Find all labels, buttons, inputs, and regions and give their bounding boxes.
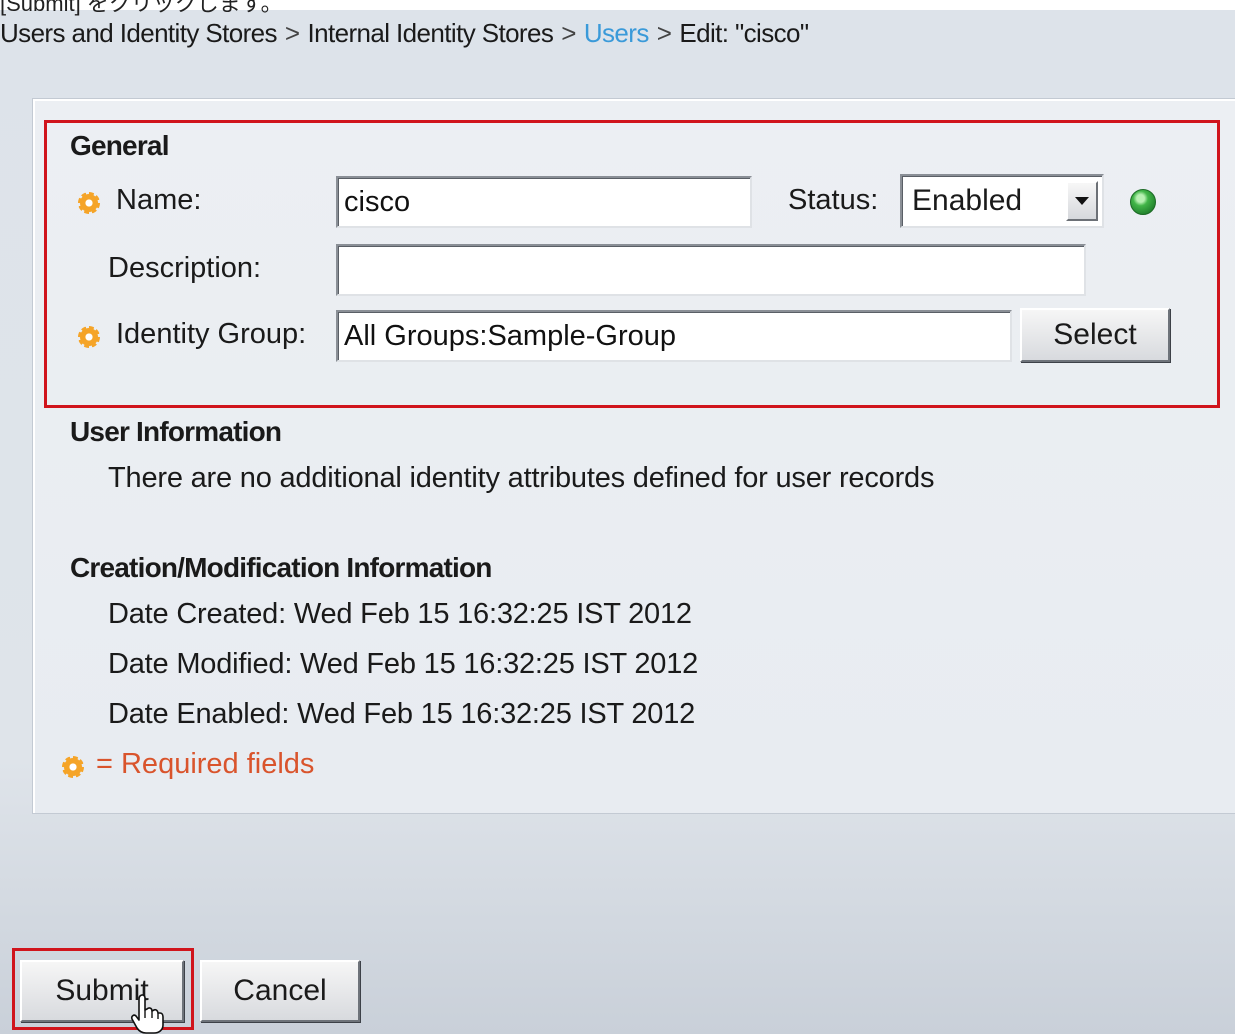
chevron-down-icon[interactable] bbox=[1066, 181, 1098, 221]
description-input[interactable] bbox=[336, 244, 1086, 296]
required-fields-note: = Required fields bbox=[96, 748, 315, 780]
breadcrumb: Users and Identity Stores > Internal Ident… bbox=[0, 18, 809, 60]
identity-group-label: Identity Group: bbox=[116, 318, 307, 350]
date-enabled-label: Date Enabled: bbox=[108, 698, 290, 730]
user-information-text: There are no additional identity attribu… bbox=[108, 462, 935, 494]
date-modified-value: Wed Feb 15 16:32:25 IST 2012 bbox=[300, 648, 699, 680]
breadcrumb-item-internal-identity-stores[interactable]: Internal Identity Stores bbox=[308, 18, 554, 48]
date-created-value: Wed Feb 15 16:32:25 IST 2012 bbox=[293, 598, 692, 630]
required-asterisk-icon bbox=[62, 756, 84, 778]
status-select[interactable]: Enabled bbox=[900, 174, 1104, 228]
required-asterisk-icon bbox=[78, 326, 100, 348]
date-enabled-row: Date Enabled: Wed Feb 15 16:32:25 IST 20… bbox=[108, 698, 695, 731]
page-caption: [Submit] をクリックします。 bbox=[0, 0, 283, 16]
required-asterisk-icon bbox=[78, 192, 100, 214]
name-label: Name: bbox=[116, 184, 202, 216]
general-section-title: General bbox=[70, 130, 169, 161]
date-modified-row: Date Modified: Wed Feb 15 16:32:25 IST 2… bbox=[108, 648, 698, 681]
identity-group-input[interactable] bbox=[336, 310, 1012, 362]
date-enabled-value: Wed Feb 15 16:32:25 IST 2012 bbox=[297, 698, 696, 730]
status-label: Status: bbox=[788, 184, 879, 216]
breadcrumb-separator: > bbox=[561, 18, 576, 48]
status-select-value: Enabled bbox=[912, 184, 1023, 217]
date-created-label: Date Created: bbox=[108, 598, 286, 630]
date-modified-label: Date Modified: bbox=[108, 648, 293, 680]
breadcrumb-item-edit-cisco: Edit: "cisco" bbox=[679, 18, 809, 48]
name-input[interactable] bbox=[336, 176, 752, 228]
status-enabled-icon bbox=[1130, 189, 1156, 215]
breadcrumb-separator: > bbox=[656, 18, 672, 48]
date-created-row: Date Created: Wed Feb 15 16:32:25 IST 20… bbox=[108, 598, 692, 631]
hand-cursor-icon bbox=[131, 994, 164, 1034]
breadcrumb-item-users-identity-stores[interactable]: Users and Identity Stores bbox=[0, 18, 278, 48]
breadcrumb-separator: > bbox=[284, 18, 300, 48]
description-label: Description: bbox=[108, 252, 262, 284]
select-group-button[interactable]: Select bbox=[1020, 308, 1170, 362]
breadcrumb-item-users[interactable]: Users bbox=[584, 18, 650, 48]
cancel-button[interactable]: Cancel bbox=[200, 960, 360, 1022]
user-information-title: User Information bbox=[70, 416, 282, 447]
creation-info-title: Creation/Modification Information bbox=[70, 552, 492, 583]
